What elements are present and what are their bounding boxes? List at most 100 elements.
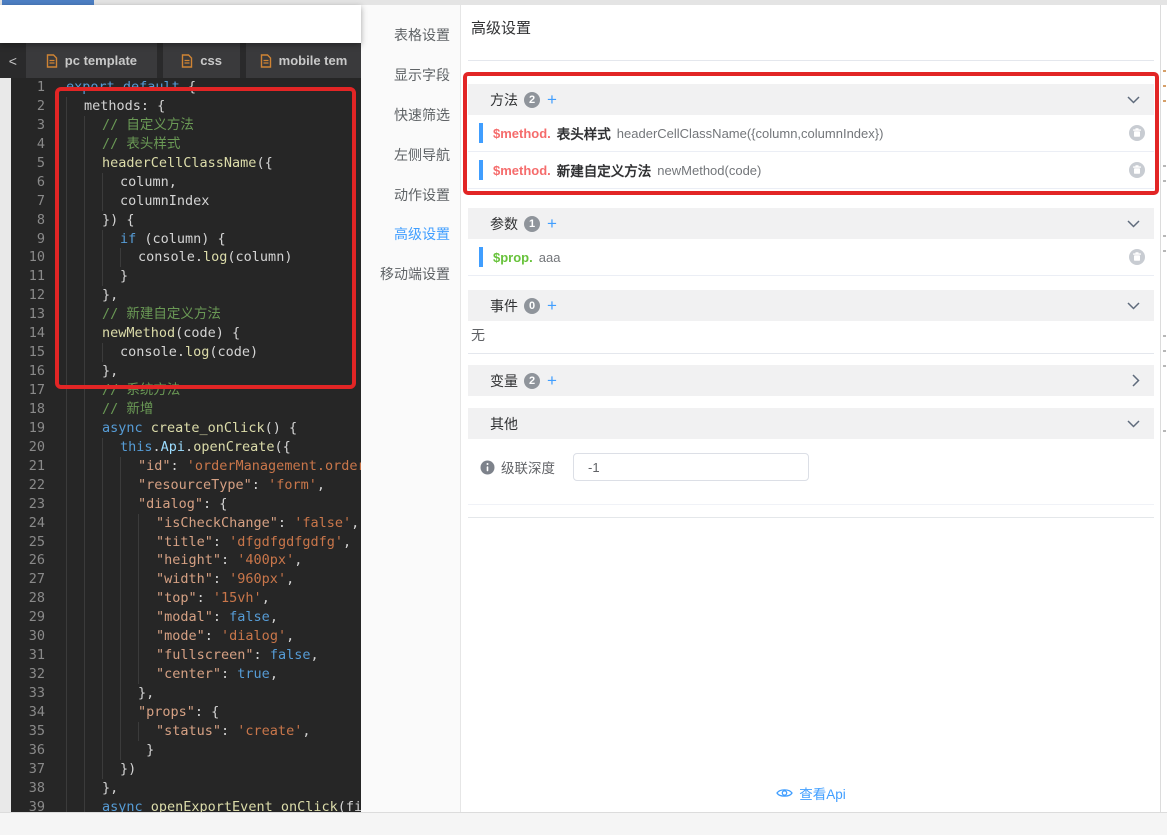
chevron-right-icon (1132, 374, 1140, 387)
indent-guide (102, 760, 120, 779)
section-header-vars[interactable]: 变量 2 + (468, 365, 1154, 396)
code-text: // 系统方法 (66, 381, 180, 400)
add-var-button[interactable]: + (547, 371, 557, 391)
indent-guide (66, 211, 84, 230)
tab-label: mobile tem (279, 53, 348, 68)
menu-item-mobile-settings[interactable]: 移动端设置 (361, 260, 460, 288)
line-number: 8 (11, 211, 45, 230)
indent-guide (102, 608, 120, 627)
tabs-scroll-left-button[interactable]: < (0, 43, 26, 78)
section-header-methods[interactable]: 方法 2 + (468, 84, 1154, 115)
code-text: "id": 'orderManagement.orderIte (66, 457, 361, 476)
method-row[interactable]: $method. 新建自定义方法 newMethod(code) (468, 152, 1154, 189)
tab-css[interactable]: css (163, 43, 240, 78)
page-title: 高级设置 (471, 17, 531, 38)
indent-guide (102, 741, 120, 760)
add-method-button[interactable]: + (547, 90, 557, 110)
line-number: 26 (11, 551, 45, 570)
code-line: 14newMethod(code) { (0, 324, 361, 343)
code-line: 34"props": { (0, 703, 361, 722)
code-text: } (66, 267, 128, 286)
tab-pc-template[interactable]: pc template (26, 43, 158, 78)
indent-guide (84, 684, 102, 703)
indent-guide (120, 665, 138, 684)
code-line: 1export default { (0, 78, 361, 97)
minimap-strip (1160, 5, 1167, 812)
view-api-link[interactable]: 查看Api (461, 783, 1161, 803)
code-line: 39async openExportEvent_onClick(fiel (0, 798, 361, 812)
indent-guide (66, 173, 84, 192)
minimap-mark (1163, 180, 1166, 182)
code-text: this.Api.openCreate({ (66, 438, 291, 457)
cascade-depth-input[interactable] (573, 453, 809, 481)
code-line: 32"center": true, (0, 665, 361, 684)
indent-guide (84, 665, 102, 684)
line-number: 18 (11, 400, 45, 419)
delete-param-button[interactable] (1128, 248, 1146, 266)
code-text: "resourceType": 'form', (66, 476, 325, 495)
param-row[interactable]: $prop. aaa (468, 239, 1154, 276)
indent-guide (138, 665, 156, 684)
line-number: 12 (11, 286, 45, 305)
indent-guide (66, 135, 84, 154)
menu-item-quick-filter[interactable]: 快速筛选 (361, 101, 460, 129)
tab-mobile-template[interactable]: mobile tem (246, 43, 361, 78)
section-header-params[interactable]: 参数 1 + (468, 208, 1154, 239)
line-number: 2 (11, 97, 45, 116)
indent-guide (120, 589, 138, 608)
indent-guide (84, 627, 102, 646)
menu-item-action-settings[interactable]: 动作设置 (361, 181, 460, 209)
indent-guide (84, 419, 102, 438)
indent-guide (66, 343, 84, 362)
code-text: headerCellClassName({ (66, 154, 273, 173)
indent-guide (120, 457, 138, 476)
line-number: 9 (11, 230, 45, 249)
tab-label: pc template (65, 53, 137, 68)
code-text: "modal": false, (66, 608, 278, 627)
code-text: // 新增 (66, 400, 153, 419)
delete-method-button[interactable] (1128, 161, 1146, 179)
indent-guide (84, 230, 102, 249)
method-row[interactable]: $method. 表头样式 headerCellClassName({colum… (468, 115, 1154, 152)
code-text: newMethod(code) { (66, 324, 240, 343)
info-icon (480, 460, 495, 475)
menu-item-left-nav[interactable]: 左侧导航 (361, 141, 460, 169)
chevron-left-icon: < (9, 53, 17, 69)
indent-guide (66, 400, 84, 419)
indent-guide (84, 343, 102, 362)
indent-guide (102, 533, 120, 552)
indent-guide (84, 779, 102, 798)
code-text: async create_onClick() { (66, 419, 297, 438)
indent-guide (84, 533, 102, 552)
line-number: 37 (11, 760, 45, 779)
add-event-button[interactable]: + (547, 296, 557, 316)
code-line: 38}, (0, 779, 361, 798)
indent-guide (66, 438, 84, 457)
code-editor[interactable]: 1export default {2methods: {3// 自定义方法4//… (0, 78, 361, 812)
prop-tag: $prop. (493, 250, 533, 265)
divider (468, 353, 1154, 354)
add-param-button[interactable]: + (547, 214, 557, 234)
indent-guide (120, 627, 138, 646)
code-text: "isCheckChange": 'false', (66, 514, 359, 533)
indent-guide (102, 589, 120, 608)
code-line: 33}, (0, 684, 361, 703)
method-tag: $method. (493, 163, 551, 178)
code-text: }, (66, 684, 154, 703)
delete-method-button[interactable] (1128, 124, 1146, 142)
indent-guide (120, 495, 138, 514)
indent-guide (84, 703, 102, 722)
code-text: // 新建自定义方法 (66, 305, 221, 324)
indent-guide (66, 248, 84, 267)
section-label: 变量 (490, 371, 518, 391)
indent-guide (84, 324, 102, 343)
section-header-events[interactable]: 事件 0 + (468, 290, 1154, 321)
section-header-other[interactable]: 其他 (468, 408, 1154, 439)
code-text: }, (66, 286, 118, 305)
advanced-settings-panel: 高级设置 方法 2 + $method. 表头样式 headerCellClas… (460, 5, 1161, 812)
indent-guide (66, 551, 84, 570)
menu-item-table-settings[interactable]: 表格设置 (361, 21, 460, 49)
menu-item-display-fields[interactable]: 显示字段 (361, 61, 460, 89)
code-line: 5headerCellClassName({ (0, 154, 361, 173)
menu-item-advanced-settings[interactable]: 高级设置 (361, 220, 460, 248)
